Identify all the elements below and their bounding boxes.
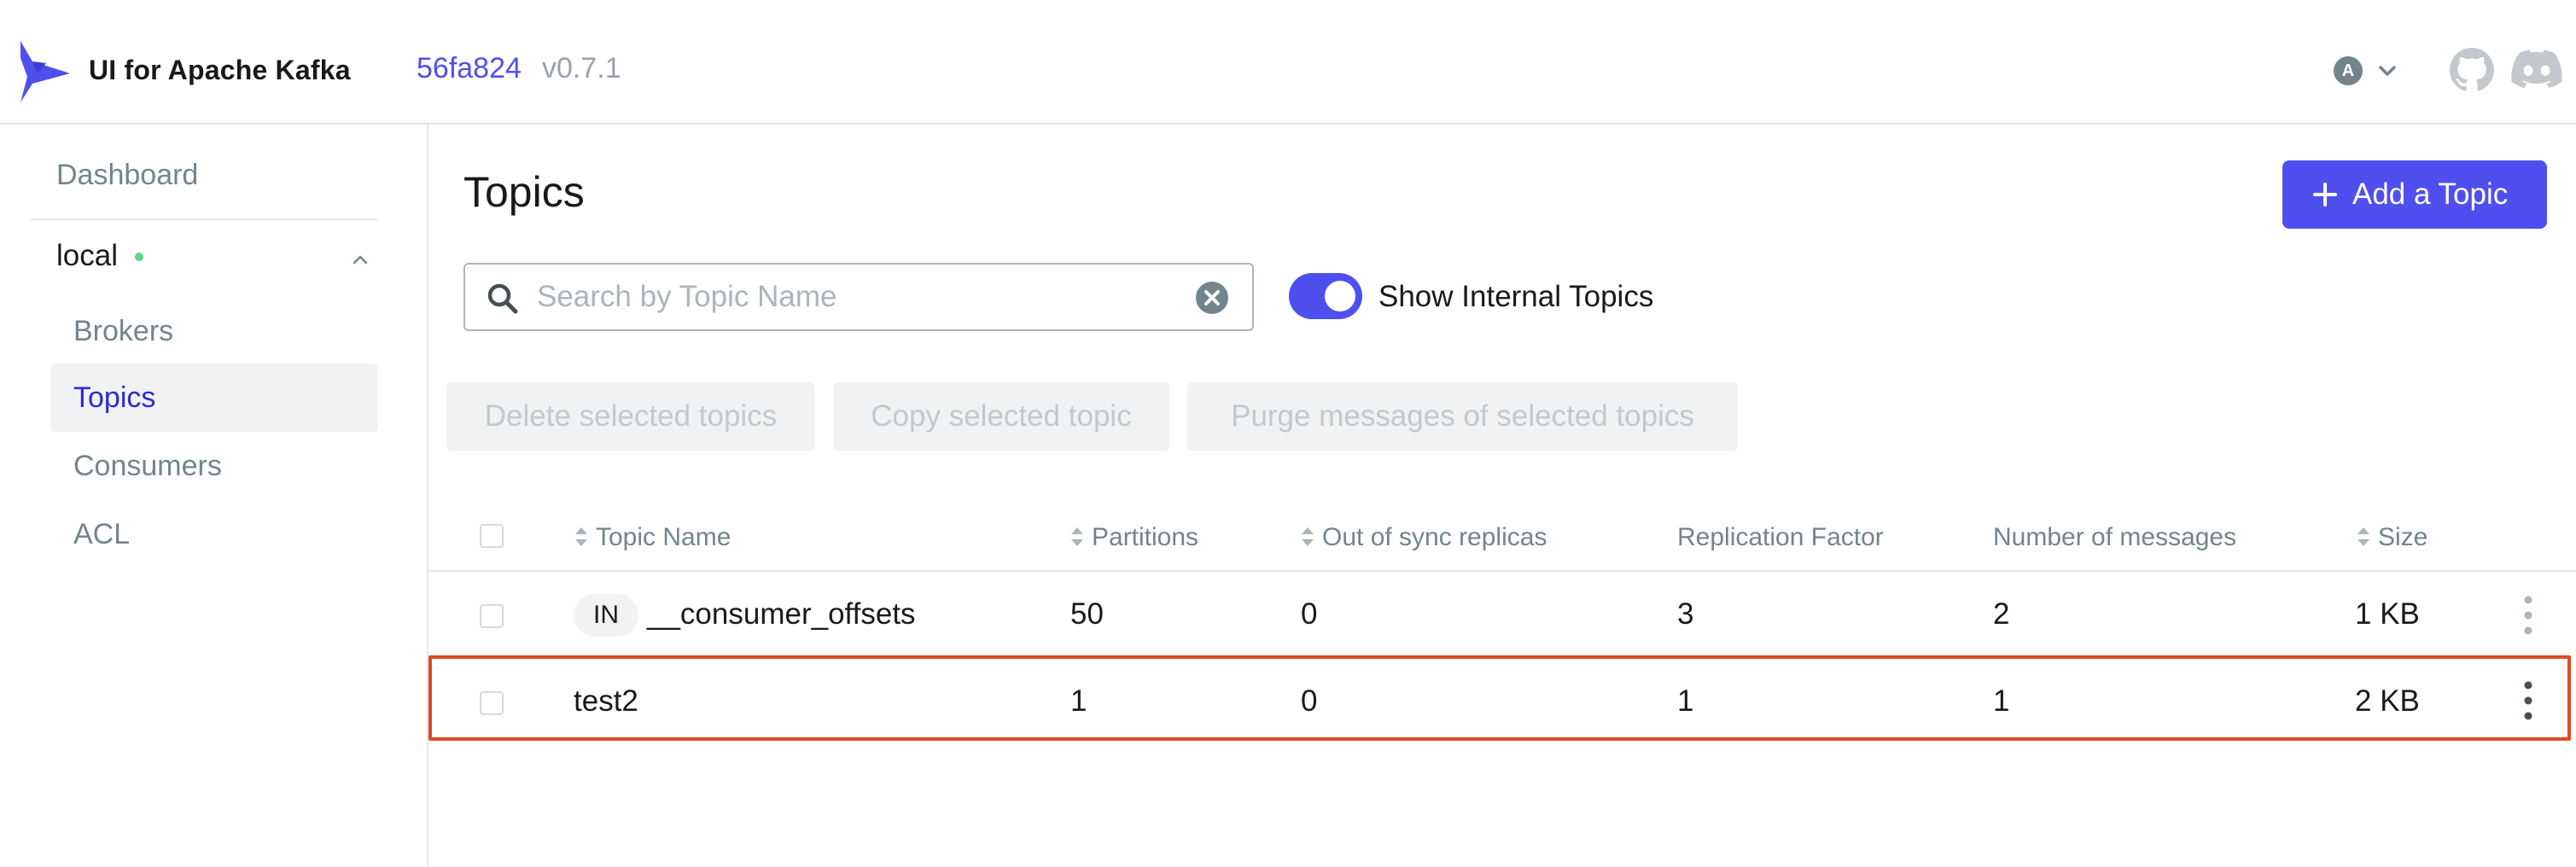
version-tag: v0.7.1 bbox=[542, 52, 621, 84]
topic-name-link[interactable]: __consumer_offsets bbox=[647, 594, 916, 635]
top-header: UI for Apache Kafka 56fa824 v0.7.1 A bbox=[0, 0, 2576, 125]
column-label: Partitions bbox=[1092, 523, 1199, 551]
sidebar-divider bbox=[31, 218, 377, 220]
messages-cell: 1 bbox=[1993, 684, 2010, 718]
add-topic-label: Add a Topic bbox=[2352, 177, 2509, 211]
sort-icon bbox=[1302, 527, 1314, 546]
internal-badge: IN bbox=[574, 594, 638, 637]
search-icon bbox=[487, 283, 518, 314]
column-label: Topic Name bbox=[596, 523, 731, 551]
column-header-out-of-sync-replicas[interactable]: Out of sync replicas bbox=[1300, 521, 1547, 555]
sort-icon bbox=[2357, 527, 2369, 546]
column-header-topic-name[interactable]: Topic Name bbox=[574, 521, 731, 555]
replication-factor-cell: 1 bbox=[1677, 684, 1694, 718]
sidebar-item-dashboard[interactable]: Dashboard bbox=[56, 159, 198, 192]
github-icon[interactable] bbox=[2450, 48, 2494, 92]
cluster-toggle[interactable]: local bbox=[56, 239, 372, 282]
discord-icon[interactable] bbox=[2511, 49, 2562, 90]
cluster-name: local bbox=[56, 239, 118, 272]
show-internal-topics-toggle[interactable] bbox=[1289, 273, 1362, 319]
row-checkbox[interactable] bbox=[480, 691, 504, 715]
kafka-logo-icon[interactable] bbox=[19, 39, 72, 104]
sidebar-item-topics[interactable]: Topics bbox=[51, 364, 377, 432]
sidebar-item-acl[interactable]: ACL bbox=[51, 500, 377, 568]
column-header-partitions[interactable]: Partitions bbox=[1069, 521, 1198, 555]
row-checkbox[interactable] bbox=[480, 604, 504, 628]
topic-search-box bbox=[463, 263, 1254, 331]
copy-selected-topic-button[interactable]: Copy selected topic bbox=[833, 382, 1169, 451]
show-internal-topics-label: Show Internal Topics bbox=[1378, 280, 1654, 313]
sort-icon bbox=[1071, 527, 1083, 546]
table-header-divider bbox=[428, 570, 2576, 572]
partitions-cell: 50 bbox=[1070, 597, 1104, 631]
table-row[interactable]: IN __consumer_offsets 50 0 3 2 1 KB bbox=[428, 573, 2571, 659]
column-label: Size bbox=[2378, 523, 2428, 551]
user-menu[interactable]: A bbox=[2334, 53, 2402, 87]
purge-messages-button[interactable]: Purge messages of selected topics bbox=[1187, 382, 1738, 451]
clear-search-icon[interactable] bbox=[1194, 280, 1230, 316]
add-topic-button[interactable]: Add a Topic bbox=[2282, 160, 2547, 229]
sidebar-item-brokers[interactable]: Brokers bbox=[51, 297, 377, 365]
select-all-checkbox[interactable] bbox=[480, 524, 504, 548]
sidebar: Dashboard local Brokers Topics Consumers… bbox=[0, 125, 428, 867]
topic-name-link[interactable]: test2 bbox=[574, 681, 638, 722]
app-title[interactable]: UI for Apache Kafka bbox=[89, 55, 351, 86]
user-avatar: A bbox=[2334, 56, 2363, 85]
search-input[interactable] bbox=[537, 273, 1134, 321]
page-title: Topics bbox=[463, 168, 585, 216]
table-row-highlighted[interactable]: test2 1 0 1 1 2 KB bbox=[428, 655, 2571, 741]
toggle-knob bbox=[1325, 281, 1355, 311]
out-of-sync-cell: 0 bbox=[1301, 684, 1318, 718]
messages-cell: 2 bbox=[1993, 597, 2010, 631]
column-header-size[interactable]: Size bbox=[2356, 521, 2427, 555]
chevron-down-icon bbox=[2379, 66, 2396, 76]
size-cell: 1 KB bbox=[2355, 597, 2420, 631]
partitions-cell: 1 bbox=[1070, 684, 1087, 718]
chevron-up-icon bbox=[353, 255, 368, 265]
sort-icon bbox=[575, 527, 587, 546]
sidebar-item-consumers[interactable]: Consumers bbox=[51, 432, 377, 500]
column-label: Out of sync replicas bbox=[1322, 523, 1547, 551]
out-of-sync-cell: 0 bbox=[1301, 597, 1318, 631]
version-hash-link[interactable]: 56fa824 bbox=[417, 52, 522, 85]
column-header-number-of-messages: Number of messages bbox=[1993, 523, 2237, 551]
cluster-status-dot bbox=[135, 253, 143, 261]
more-actions-icon[interactable] bbox=[2521, 679, 2535, 722]
replication-factor-cell: 3 bbox=[1677, 597, 1694, 631]
delete-selected-topics-button[interactable]: Delete selected topics bbox=[446, 382, 815, 451]
size-cell: 2 KB bbox=[2355, 684, 2420, 718]
plus-icon bbox=[2313, 183, 2337, 207]
column-header-replication-factor: Replication Factor bbox=[1677, 523, 1884, 551]
more-actions-icon[interactable] bbox=[2521, 594, 2535, 637]
